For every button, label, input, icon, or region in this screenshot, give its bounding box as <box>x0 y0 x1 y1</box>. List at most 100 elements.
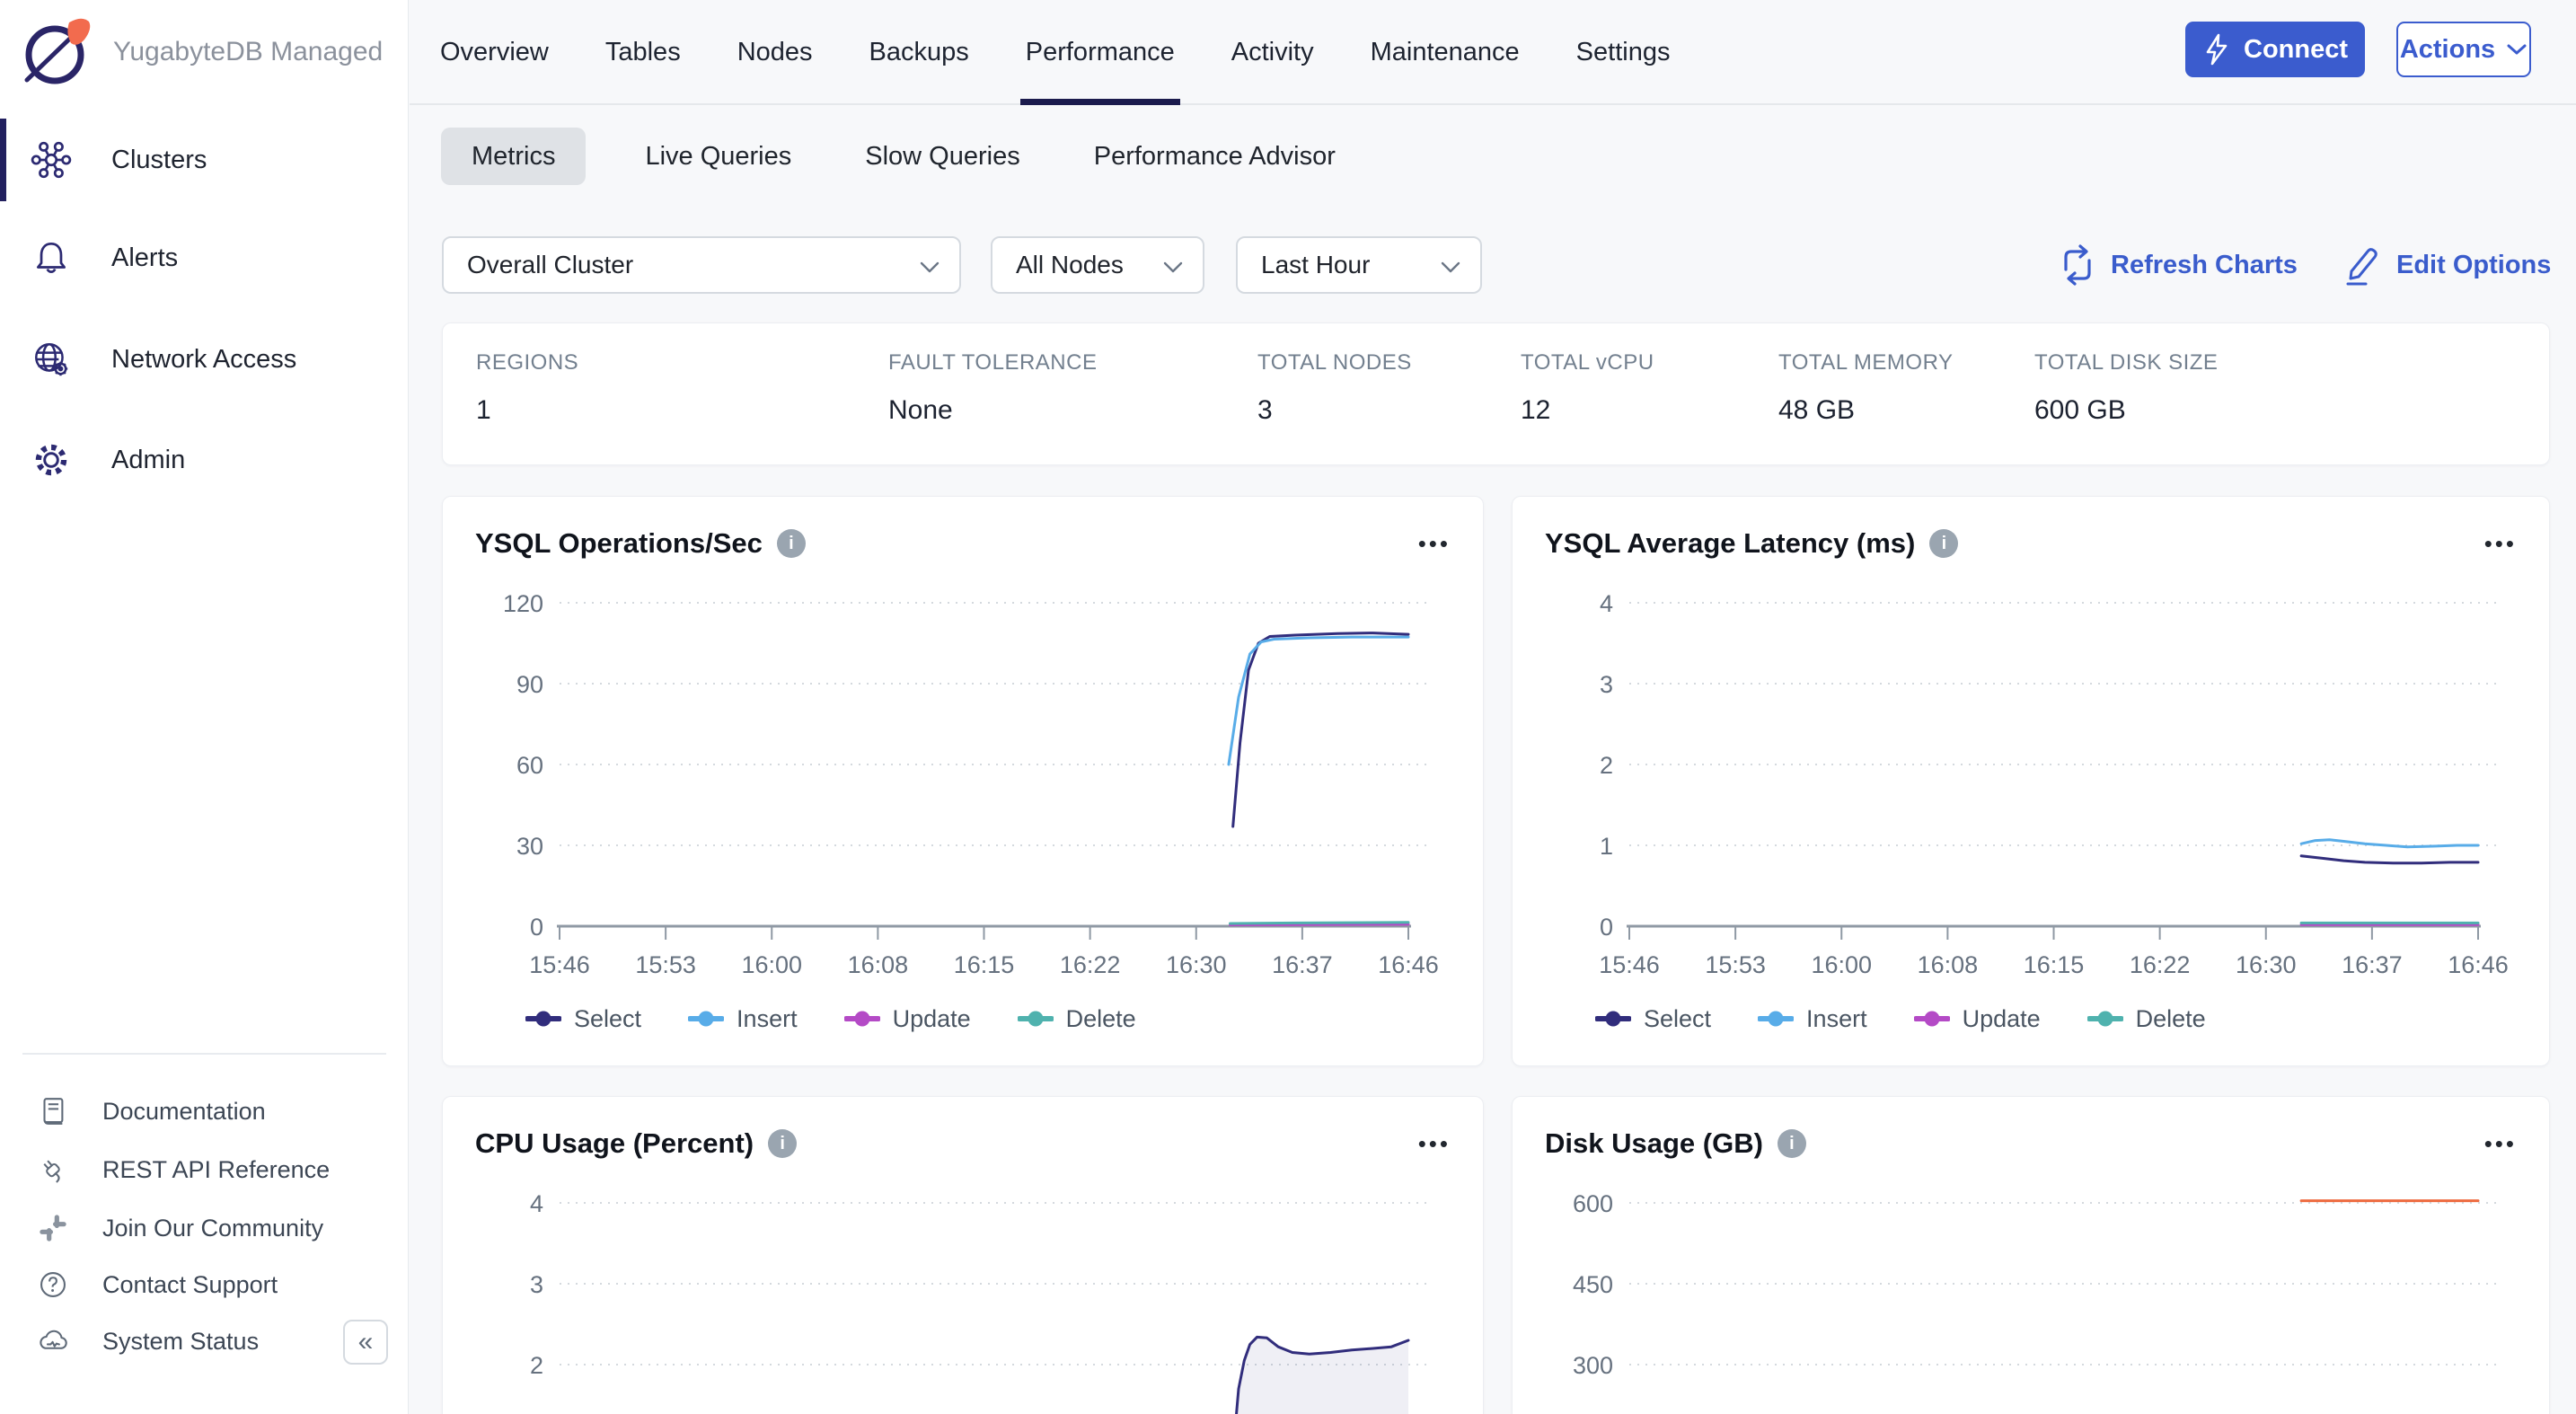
cpu-usage-plot: 0123415:4615:5316:0016:0816:1516:2216:30… <box>474 1176 1453 1414</box>
tab-settings[interactable]: Settings <box>1576 0 1671 105</box>
time-range-value: Last Hour <box>1261 251 1370 279</box>
edit-options-link[interactable]: Edit Options <box>2342 241 2551 289</box>
tab-nodes[interactable]: Nodes <box>737 0 813 105</box>
tab-backups[interactable]: Backups <box>869 0 969 105</box>
stat-label: FAULT TOLERANCE <box>888 350 1097 376</box>
info-icon[interactable]: i <box>1778 1129 1806 1158</box>
svg-text:16:30: 16:30 <box>1166 951 1227 978</box>
info-icon[interactable]: i <box>777 529 806 558</box>
sidebar-item-rest-api-reference[interactable]: REST API Reference <box>0 1144 409 1196</box>
legend-label: Select <box>1644 1005 1711 1033</box>
svg-text:16:22: 16:22 <box>2130 951 2191 978</box>
sidebar-collapse-button[interactable]: « <box>343 1320 388 1365</box>
svg-text:4: 4 <box>1600 590 1613 617</box>
legend-label: Update <box>1963 1005 2041 1033</box>
legend-item-insert[interactable]: Insert <box>1758 1005 1867 1033</box>
node-scope-value: All Nodes <box>1016 251 1124 279</box>
subtab-slow-queries[interactable]: Slow Queries <box>851 128 1034 185</box>
svg-text:16:00: 16:00 <box>1811 951 1872 978</box>
time-range-select[interactable]: Last Hour <box>1236 236 1482 294</box>
legend-label: Insert <box>737 1005 798 1033</box>
tab-performance[interactable]: Performance <box>1026 0 1175 105</box>
stat-value: None <box>888 395 953 426</box>
legend-marker-icon <box>2087 1011 2123 1027</box>
legend-label: Update <box>893 1005 971 1033</box>
svg-text:15:46: 15:46 <box>1599 951 1660 978</box>
lightning-bolt-icon <box>2202 31 2231 67</box>
sidebar-item-contact-support[interactable]: Contact Support <box>0 1259 409 1311</box>
legend-item-select[interactable]: Select <box>525 1005 641 1033</box>
subtab-performance-advisor[interactable]: Performance Advisor <box>1080 128 1350 185</box>
svg-text:16:08: 16:08 <box>1918 951 1979 978</box>
svg-text:15:46: 15:46 <box>529 951 590 978</box>
plug-icon <box>36 1153 70 1187</box>
legend-item-delete[interactable]: Delete <box>2087 1005 2206 1033</box>
legend-item-update[interactable]: Update <box>844 1005 971 1033</box>
svg-text:16:15: 16:15 <box>2024 951 2085 978</box>
sidebar-item-label: System Status <box>102 1328 259 1356</box>
legend-item-select[interactable]: Select <box>1595 1005 1711 1033</box>
sidebar-item-admin[interactable]: Admin <box>0 410 409 510</box>
node-scope-select[interactable]: All Nodes <box>991 236 1204 294</box>
stat-value: 12 <box>1521 395 1550 426</box>
legend-label: Select <box>574 1005 641 1033</box>
refresh-icon <box>2059 244 2096 286</box>
subtab-live-queries[interactable]: Live Queries <box>631 128 806 185</box>
legend-item-delete[interactable]: Delete <box>1018 1005 1136 1033</box>
tab-tables[interactable]: Tables <box>605 0 681 105</box>
legend-label: Delete <box>2136 1005 2206 1033</box>
legend-label: Delete <box>1066 1005 1136 1033</box>
stat-label: TOTAL DISK SIZE <box>2034 350 2218 376</box>
legend-marker-icon <box>1758 1011 1794 1027</box>
svg-text:15:53: 15:53 <box>635 951 696 978</box>
question-circle-icon <box>36 1268 70 1302</box>
sidebar-item-documentation[interactable]: Documentation <box>0 1085 409 1137</box>
more-menu-icon[interactable]: ••• <box>2484 535 2517 552</box>
tab-activity[interactable]: Activity <box>1231 0 1314 105</box>
actions-button-label: Actions <box>2400 35 2495 65</box>
svg-text:120: 120 <box>503 590 543 617</box>
sidebar-item-network-access[interactable]: Network Access <box>0 309 409 410</box>
chart-title: CPU Usage (Percent) <box>475 1127 754 1160</box>
sidebar-item-alerts[interactable]: Alerts <box>0 208 409 308</box>
sidebar-item-join-our-community[interactable]: Join Our Community <box>0 1202 409 1254</box>
actions-button[interactable]: Actions <box>2396 22 2531 77</box>
legend-item-update[interactable]: Update <box>1914 1005 2041 1033</box>
refresh-charts-label: Refresh Charts <box>2111 251 2298 280</box>
sidebar: YugabyteDB Managed Clusters Alerts <box>0 0 409 1414</box>
performance-subtabs: Metrics Live Queries Slow Queries Perfor… <box>441 128 1350 185</box>
svg-text:450: 450 <box>1573 1271 1613 1298</box>
info-icon[interactable]: i <box>768 1129 797 1158</box>
more-menu-icon[interactable]: ••• <box>1418 1135 1451 1153</box>
cluster-stats-bar: REGIONS 1 FAULT TOLERANCE None TOTAL NOD… <box>442 323 2550 465</box>
chevron-down-icon <box>920 261 940 273</box>
chevron-down-icon <box>2506 43 2527 56</box>
svg-text:16:15: 16:15 <box>954 951 1015 978</box>
connect-button[interactable]: Connect <box>2185 22 2365 77</box>
legend-item-insert[interactable]: Insert <box>688 1005 798 1033</box>
chart-card-disk-usage: Disk Usage (GB) i ••• 015030045060015:46… <box>1512 1096 2550 1414</box>
tab-maintenance[interactable]: Maintenance <box>1371 0 1520 105</box>
stat-label: TOTAL NODES <box>1257 350 1412 376</box>
subtab-metrics[interactable]: Metrics <box>441 128 586 185</box>
svg-text:30: 30 <box>516 833 543 860</box>
stat-value: 48 GB <box>1778 395 1855 426</box>
brand-name: YugabyteDB Managed <box>113 37 383 67</box>
chart-card-ysql-latency: YSQL Average Latency (ms) i ••• 0123415:… <box>1512 496 2550 1066</box>
refresh-charts-link[interactable]: Refresh Charts <box>2059 241 2298 289</box>
stat-label: TOTAL MEMORY <box>1778 350 1953 376</box>
svg-text:600: 600 <box>1573 1190 1613 1217</box>
sidebar-item-label: Alerts <box>111 243 178 273</box>
more-menu-icon[interactable]: ••• <box>1418 535 1451 552</box>
ysql-operations-plot: 030609012015:4615:5316:0016:0816:1516:22… <box>474 576 1453 991</box>
sidebar-item-label: REST API Reference <box>102 1156 330 1184</box>
svg-text:0: 0 <box>1600 914 1613 941</box>
cluster-scope-value: Overall Cluster <box>467 251 633 279</box>
info-icon[interactable]: i <box>1929 529 1958 558</box>
tab-overview[interactable]: Overview <box>440 0 549 105</box>
yugabytedb-managed-app: { "brand": { "name": "YugabyteDB Managed… <box>0 0 2576 1414</box>
svg-text:16:46: 16:46 <box>1378 951 1439 978</box>
sidebar-item-clusters[interactable]: Clusters <box>0 110 409 210</box>
cluster-scope-select[interactable]: Overall Cluster <box>442 236 961 294</box>
more-menu-icon[interactable]: ••• <box>2484 1135 2517 1153</box>
